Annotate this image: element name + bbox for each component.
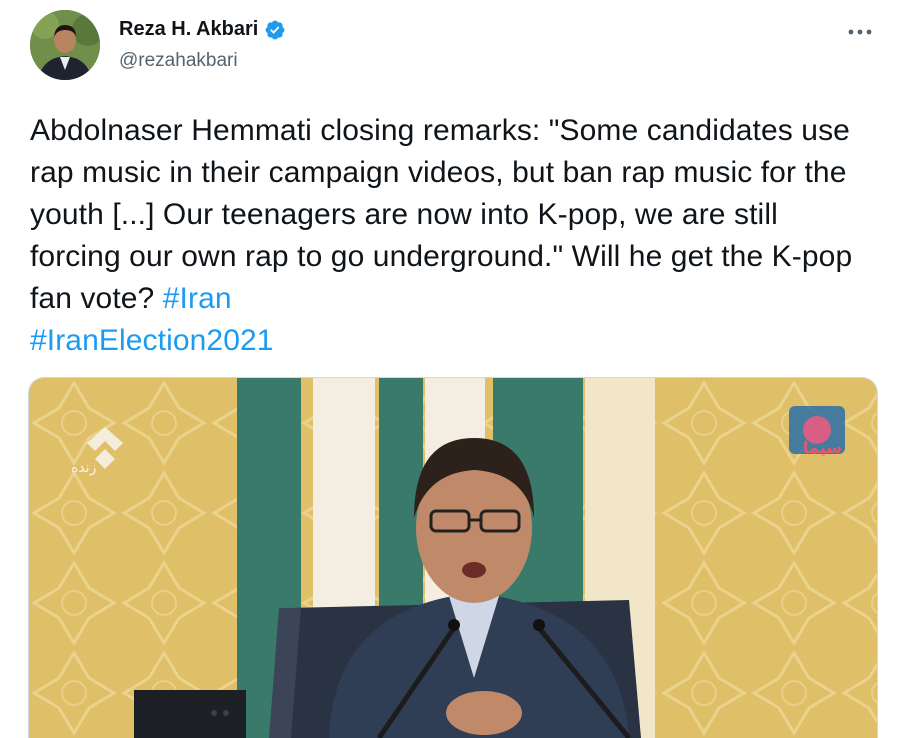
more-options-button[interactable] [842,14,878,50]
author-display-name[interactable]: Reza H. Akbari [119,18,258,41]
hashtag-link-iranelection2021[interactable]: #IranElection2021 [30,324,274,357]
live-label: زنده [71,460,96,476]
author-name-row: Reza H. Akbari [119,18,286,41]
avatar[interactable] [30,10,100,80]
tweet-card: Reza H. Akbari @rezahakbari Abdolnaser H… [0,0,898,738]
tweet-body: Abdolnaser Hemmati closing remarks: "Som… [30,114,861,315]
author-handle[interactable]: @rezahakbari [119,50,238,72]
tweet-text: Abdolnaser Hemmati closing remarks: "Som… [30,110,870,362]
hashtag-link-iran[interactable]: #Iran [163,282,232,315]
verified-badge-icon [264,19,286,41]
channel-logo-text: سیما [803,438,842,457]
more-options-icon [848,29,872,35]
tweet-media-image[interactable]: زنده سیما [28,377,878,738]
